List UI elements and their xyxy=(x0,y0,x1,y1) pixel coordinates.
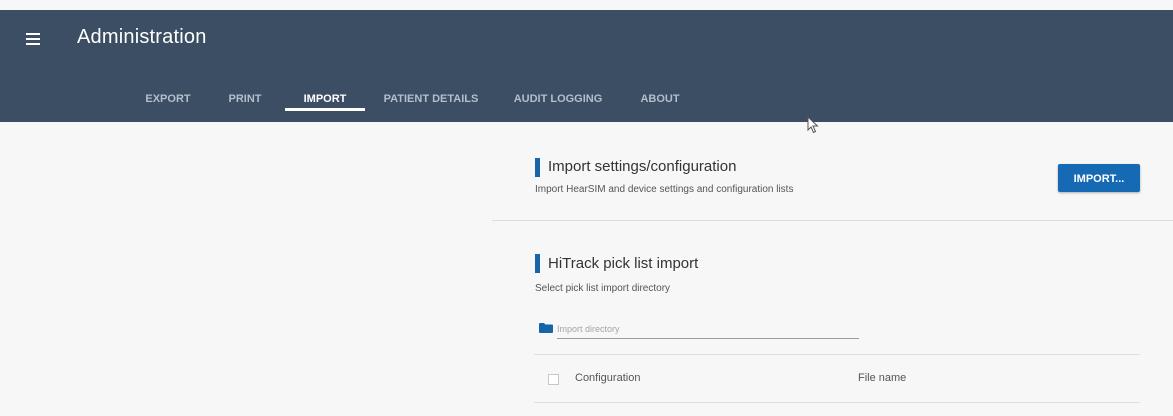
section-divider xyxy=(492,220,1173,221)
pick-list-description: Select pick list import directory xyxy=(535,283,671,294)
tab-export[interactable]: EXPORT xyxy=(138,88,198,122)
select-all-checkbox[interactable] xyxy=(548,374,559,385)
import-settings-title: Import settings/configuration xyxy=(548,158,737,175)
active-tab-indicator xyxy=(285,108,365,111)
tab-patient-details[interactable]: PATIENT DETAILS xyxy=(378,88,484,122)
page-title: Administration xyxy=(77,26,207,48)
admin-window: Administration EXPORT PRINT IMPORT PATIE… xyxy=(0,0,1173,416)
mouse-pointer-icon xyxy=(807,116,819,134)
import-directory-input[interactable] xyxy=(557,320,859,339)
tab-about[interactable]: ABOUT xyxy=(630,88,690,122)
section-accent-bar xyxy=(535,254,540,273)
column-header-configuration[interactable]: Configuration xyxy=(575,372,640,384)
table-divider xyxy=(534,354,1140,355)
tab-bar: EXPORT PRINT IMPORT PATIENT DETAILS AUDI… xyxy=(0,88,1173,122)
import-button[interactable]: IMPORT... xyxy=(1058,164,1140,192)
tab-print[interactable]: PRINT xyxy=(220,88,270,122)
table-divider xyxy=(534,402,1140,403)
pick-list-title: HiTrack pick list import xyxy=(548,255,699,272)
folder-icon[interactable] xyxy=(539,323,553,333)
column-header-file-name[interactable]: File name xyxy=(858,372,906,384)
app-bar: Administration EXPORT PRINT IMPORT PATIE… xyxy=(0,10,1173,122)
tab-import[interactable]: IMPORT xyxy=(285,88,365,122)
tab-audit-logging[interactable]: AUDIT LOGGING xyxy=(508,88,608,122)
section-accent-bar xyxy=(535,158,540,177)
hamburger-menu-icon[interactable] xyxy=(24,29,44,49)
import-settings-description: Import HearSIM and device settings and c… xyxy=(535,184,794,195)
